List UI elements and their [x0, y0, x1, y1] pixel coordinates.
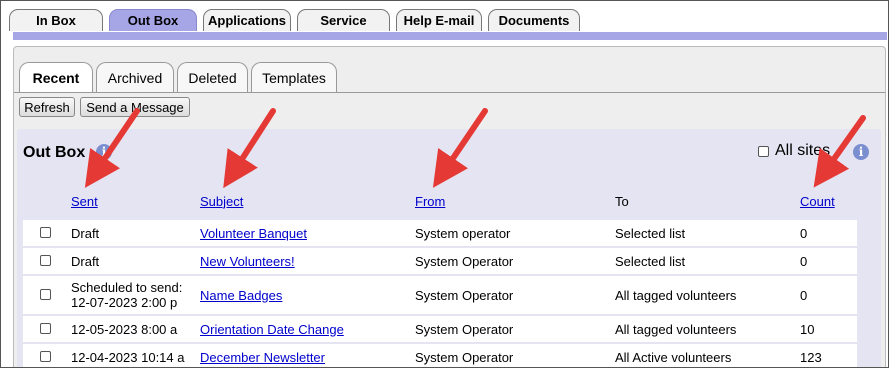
row-checkbox[interactable] [39, 322, 51, 334]
outbox-section: Out Box i All sites i Sent Subject From … [17, 129, 881, 367]
top-tab-bar: In Box Out Box Applications Service Help… [9, 9, 580, 31]
table-row: 12-05-2023 8:00 a Orientation Date Chang… [23, 314, 857, 342]
tab-service[interactable]: Service [297, 9, 390, 31]
sent-cell: Draft [67, 246, 196, 274]
count-cell: 10 [796, 314, 857, 342]
table-row: Draft New Volunteers! System Operator Se… [23, 246, 857, 274]
all-sites-label: All sites [775, 142, 831, 159]
tab-documents[interactable]: Documents [488, 9, 580, 31]
subject-link[interactable]: New Volunteers! [200, 254, 295, 269]
sent-cell: Draft [67, 218, 196, 246]
tab-deleted[interactable]: Deleted [177, 62, 248, 92]
table-row: Draft Volunteer Banquet System operator … [23, 218, 857, 246]
table-row: Scheduled to send: 12-07-2023 2:00 p Name… [23, 274, 857, 314]
count-cell: 123 [796, 342, 857, 367]
active-tab-bar [13, 32, 887, 40]
sent-line: Scheduled to send: [71, 280, 183, 295]
sort-sent-link[interactable]: Sent [71, 194, 98, 209]
row-checkbox[interactable] [39, 288, 51, 300]
tab-help-email[interactable]: Help E-mail [396, 9, 482, 31]
all-sites-checkbox[interactable] [758, 145, 769, 157]
to-header: To [615, 193, 629, 209]
row-checkbox[interactable] [39, 254, 51, 266]
sub-tab-divider [14, 92, 885, 93]
sort-count-link[interactable]: Count [800, 194, 835, 209]
to-cell: Selected list [611, 246, 796, 274]
outbox-panel: Recent Archived Deleted Templates Refres… [13, 46, 886, 367]
from-cell: System operator [411, 218, 611, 246]
outbox-title: Out Box [23, 144, 86, 161]
from-cell: System Operator [411, 246, 611, 274]
count-cell: 0 [796, 274, 857, 314]
window-frame: In Box Out Box Applications Service Help… [0, 0, 889, 368]
from-cell: System Operator [411, 274, 611, 314]
to-cell: All tagged volunteers [611, 314, 796, 342]
send-message-button[interactable]: Send a Message [80, 97, 190, 117]
sent-cell: Scheduled to send: 12-07-2023 2:00 p [67, 274, 196, 314]
all-sites-toggle[interactable]: All sites [758, 142, 830, 160]
tab-archived[interactable]: Archived [96, 62, 174, 92]
tab-out-box[interactable]: Out Box [109, 9, 197, 31]
sent-cell: 12-04-2023 10:14 a [67, 342, 196, 367]
row-checkbox[interactable] [39, 226, 51, 238]
to-cell: Selected list [611, 218, 796, 246]
table-row: 12-04-2023 10:14 a December Newsletter S… [23, 342, 857, 367]
sort-subject-link[interactable]: Subject [200, 194, 243, 209]
count-cell: 0 [796, 246, 857, 274]
outbox-table: Sent Subject From To Count Draft Volunte… [23, 174, 857, 367]
row-checkbox[interactable] [39, 350, 51, 362]
tab-applications[interactable]: Applications [203, 9, 291, 31]
count-cell: 0 [796, 218, 857, 246]
sent-line: 12-07-2023 2:00 p [71, 295, 178, 310]
sent-cell: 12-05-2023 8:00 a [67, 314, 196, 342]
tab-templates[interactable]: Templates [251, 62, 337, 92]
table-header: Sent Subject From To Count [23, 174, 857, 218]
to-cell: All Active volunteers [611, 342, 796, 367]
sort-from-link[interactable]: From [415, 194, 445, 209]
to-cell: All tagged volunteers [611, 274, 796, 314]
subject-link[interactable]: Orientation Date Change [200, 322, 344, 337]
refresh-button[interactable]: Refresh [19, 97, 75, 117]
info-icon[interactable]: i [853, 144, 869, 160]
sub-tab-bar: Recent Archived Deleted Templates [19, 62, 337, 93]
subject-link[interactable]: Name Badges [200, 288, 282, 303]
from-cell: System Operator [411, 342, 611, 367]
tab-recent[interactable]: Recent [19, 62, 93, 93]
subject-link[interactable]: December Newsletter [200, 350, 325, 365]
info-icon[interactable]: i [96, 144, 112, 160]
tab-in-box[interactable]: In Box [9, 9, 103, 31]
subject-link[interactable]: Volunteer Banquet [200, 226, 307, 241]
from-cell: System Operator [411, 314, 611, 342]
